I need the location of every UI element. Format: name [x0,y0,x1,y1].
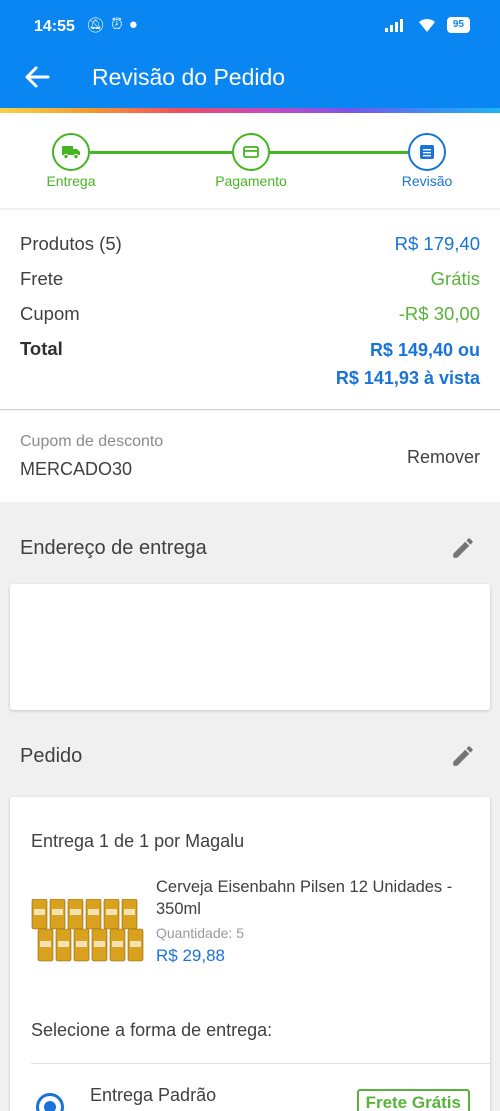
order-card: Entrega 1 de 1 por Magalu Cerveja Eisenb… [10,797,490,1111]
status-system-icons: 95 [384,17,470,33]
step-pagamento[interactable] [232,133,270,171]
address-title: Endereço de entrega [20,537,207,559]
bell-muted-icon: 🔕︎ [86,17,106,34]
remove-coupon-button[interactable]: Remover [407,447,480,468]
step-connector [90,151,233,154]
free-shipping-badge: Frete Grátis [356,1089,470,1111]
coupon-code: MERCADO30 [20,459,133,479]
coupon-section: Cupom de desconto MERCADO30 Remover [0,411,500,502]
divider [31,1063,490,1064]
product-quantity: Quantidade: 5 [156,925,244,941]
quantity-value: 5 [236,925,244,941]
app-header: 14:55 🔕︎ ⏰︎ ● 95 Revisão do Pedido [0,0,500,108]
edit-order-icon[interactable] [450,743,476,769]
checkout-stepper: Entrega Pagamento Revisão [0,113,500,208]
shipping-option-label[interactable]: Entrega Padrão [90,1085,216,1106]
step-label-pagamento: Pagamento [215,173,287,189]
shipping-value: Grátis [430,268,480,289]
card-icon [243,146,259,158]
list-icon [420,145,434,159]
address-card[interactable] [10,584,490,710]
order-title: Pedido [20,745,83,767]
step-revisao[interactable] [408,133,446,171]
products-value: R$ 179,40 [394,233,480,254]
step-label-revisao: Revisão [401,173,453,189]
coupon-label: Cupom de desconto [20,433,164,450]
total-installments: R$ 149,40 ou [369,340,480,360]
edit-address-icon[interactable] [450,535,476,561]
products-label: Produtos (5) [20,233,122,254]
back-arrow-icon[interactable] [22,62,52,92]
product-price: R$ 29,88 [156,946,225,965]
wifi-icon [418,18,435,32]
shipping-prompt: Selecione a forma de entrega: [31,1020,273,1040]
coupon-summary-value: -R$ 30,00 [398,303,480,324]
quantity-label: Quantidade: [156,925,233,941]
status-bar: 14:55 🔕︎ ⏰︎ ● 95 [0,0,500,54]
order-summary: Produtos (5) R$ 179,40 Frete Grátis Cupo… [0,210,500,410]
status-notification-icons: 🔕︎ ⏰︎ ● [86,16,138,34]
step-connector [269,151,408,154]
coupon-summary-label: Cupom [20,303,80,324]
signal-icon [384,19,403,32]
total-label: Total [20,338,63,359]
step-label-entrega: Entrega [46,173,96,189]
status-time: 14:55 [34,18,75,35]
total-cash: R$ 141,93 à vista [335,368,480,388]
page-title: Revisão do Pedido [92,64,286,90]
product-image[interactable] [30,899,148,963]
delivery-by-label: Entrega 1 de 1 por Magalu [31,831,245,851]
total-value: R$ 149,40 ou R$ 141,93 à vista [336,336,480,392]
battery-icon: 95 [446,17,470,33]
step-entrega[interactable] [52,133,90,171]
alarm-icon: ⏰︎ [111,16,123,33]
truck-icon [62,146,80,159]
shipping-radio-selected[interactable] [36,1093,64,1111]
shipping-label: Frete [20,268,64,289]
app-notification-icon: ● [128,16,138,33]
product-name[interactable]: Cerveja Eisenbahn Pilsen 12 Unidades - 3… [156,876,476,920]
